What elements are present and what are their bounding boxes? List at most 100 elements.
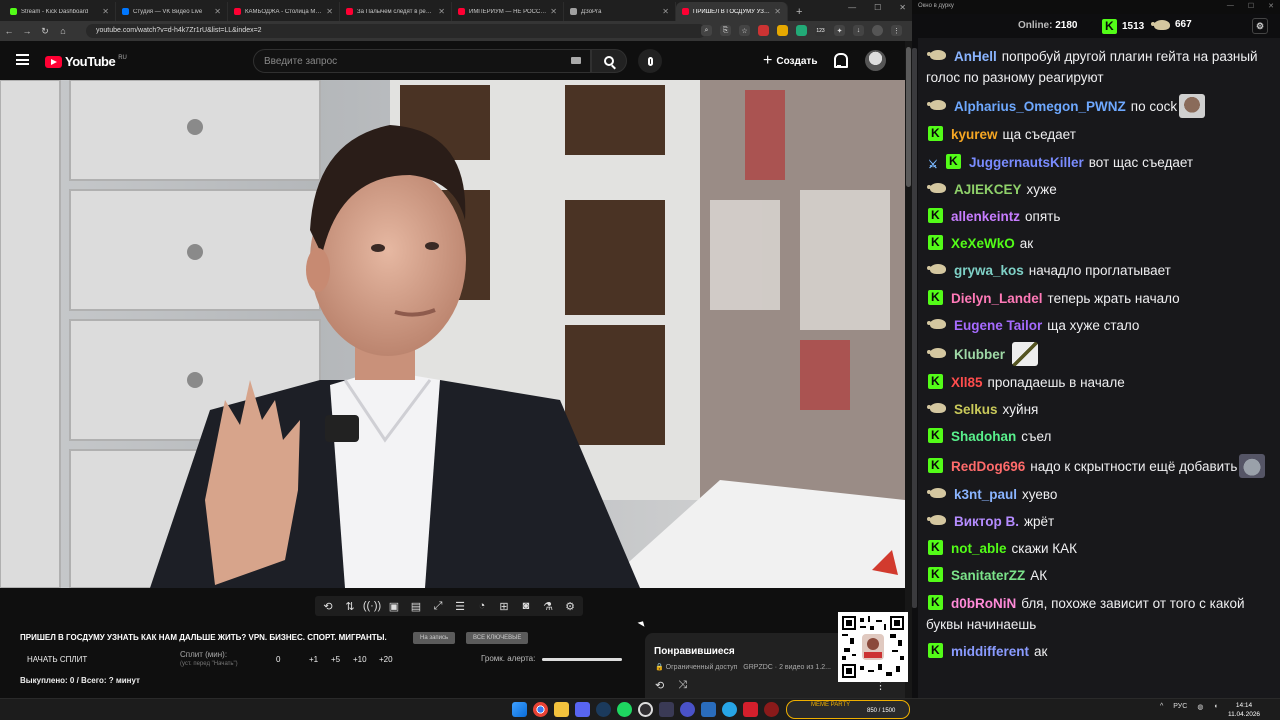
start-split-button[interactable]: НАЧАТЬ СПЛИТ: [27, 655, 87, 664]
all-keys-button[interactable]: ВСЕ КЛЮЧЕВЫЕ: [466, 632, 529, 644]
obs-icon[interactable]: [638, 702, 653, 717]
profile-icon[interactable]: [872, 25, 883, 36]
download-icon[interactable]: ↓: [853, 25, 864, 36]
sort-icon[interactable]: ⇅: [341, 596, 359, 616]
telegram-icon[interactable]: [722, 702, 737, 717]
browser-tab[interactable]: ИМПЕРИУМ — НЕ РОССИЯ... ✕: [452, 2, 564, 21]
language-indicator[interactable]: РУС: [1173, 703, 1187, 711]
chat-username[interactable]: RedDog696: [951, 459, 1025, 474]
speed-icon[interactable]: ◔: [473, 596, 491, 616]
tab-close-icon[interactable]: ✕: [550, 7, 557, 16]
url-field[interactable]: youtube.com/watch?v=d-h4k7Zr1rU&list=LL&…: [86, 24, 706, 38]
tab-close-icon[interactable]: ✕: [214, 7, 221, 16]
loop-icon[interactable]: ⟲: [319, 596, 337, 616]
scrollbar-thumb[interactable]: [906, 47, 911, 187]
chat-scrollbar-thumb[interactable]: [912, 48, 917, 608]
chat-username[interactable]: SanitaterZZ: [951, 568, 1025, 583]
playlist-title[interactable]: Понравившиеся: [654, 646, 735, 657]
camera-icon[interactable]: ◙: [517, 596, 535, 616]
chat-username[interactable]: Alpharius_Omegon_PWNZ: [954, 99, 1126, 114]
browser-tab[interactable]: Stream - Kick Dashboard ✕: [4, 2, 116, 21]
search-button[interactable]: [591, 49, 627, 73]
minimize-icon[interactable]: —: [848, 3, 856, 12]
tab-close-icon[interactable]: ✕: [102, 7, 109, 16]
film-icon[interactable]: ▤: [407, 596, 425, 616]
chat-username[interactable]: JuggernautsKiller: [969, 155, 1084, 170]
broadcast-icon[interactable]: ((·)): [363, 596, 381, 616]
steam-icon[interactable]: [596, 702, 611, 717]
add-box-icon[interactable]: ⊞: [495, 596, 513, 616]
browser-tab[interactable]: ПРИШЕЛ В ГОСДУМУ УЗНАТ...✕: [676, 2, 788, 21]
chat-username[interactable]: grywa_kos: [954, 263, 1024, 278]
create-button[interactable]: + Создать: [757, 50, 823, 72]
maximize-icon[interactable]: ☐: [874, 3, 881, 12]
minimize-icon[interactable]: —: [1227, 2, 1234, 10]
close-icon[interactable]: ✕: [1268, 2, 1274, 10]
chat-username[interactable]: XeXeWkO: [951, 236, 1015, 251]
chat-username[interactable]: Dielyn_Landel: [951, 291, 1043, 306]
add-5-button[interactable]: +5: [331, 655, 340, 664]
chat-username[interactable]: Klubber: [954, 347, 1005, 362]
home-icon[interactable]: ⌂: [54, 26, 72, 36]
menu-icon[interactable]: ⋮: [891, 25, 902, 36]
tab-close-icon[interactable]: ✕: [662, 7, 669, 16]
extension-icon[interactable]: [777, 25, 788, 36]
avatar[interactable]: [865, 50, 886, 71]
back-icon[interactable]: ←: [0, 26, 18, 36]
explorer-icon[interactable]: [554, 702, 569, 717]
chat-settings-icon[interactable]: ⚙: [1252, 18, 1268, 34]
video-player[interactable]: [0, 80, 905, 588]
extension-icon[interactable]: [758, 25, 769, 36]
chat-username[interactable]: Xll85: [951, 375, 983, 390]
meme-party-widget[interactable]: MEME PARTY 850 / 1500: [786, 700, 910, 719]
share-icon[interactable]: ⎘: [720, 25, 731, 36]
zoom-icon[interactable]: ⌕: [701, 25, 712, 36]
alert-volume-slider[interactable]: [542, 658, 622, 661]
browser-tab[interactable]: КАМБОДЖА - Столица Ми... ✕: [228, 2, 340, 21]
extension-icon[interactable]: [796, 25, 807, 36]
flask-icon[interactable]: ⚗: [539, 596, 557, 616]
youtube-logo[interactable]: YouTube RU: [45, 54, 127, 69]
list-icon[interactable]: ☰: [451, 596, 469, 616]
add-1-button[interactable]: +1: [309, 655, 318, 664]
puzzle-icon[interactable]: ✦: [834, 25, 845, 36]
hamburger-menu-icon[interactable]: [16, 54, 29, 65]
close-icon[interactable]: ✕: [899, 3, 906, 12]
browser-tab[interactable]: Студия — VK Видео Live ✕: [116, 2, 228, 21]
tray-overflow-icon[interactable]: ^: [1160, 703, 1163, 711]
extension-badge[interactable]: 123: [815, 25, 826, 36]
add-20-button[interactable]: +20: [379, 655, 393, 664]
maximize-icon[interactable]: ☐: [1248, 2, 1254, 10]
notifications-bell-icon[interactable]: [832, 52, 848, 68]
loop-playlist-icon[interactable]: ⟲: [655, 679, 664, 692]
voice-search-button[interactable]: [638, 49, 662, 73]
chat-username[interactable]: not_able: [951, 541, 1007, 556]
reload-icon[interactable]: ↻: [36, 26, 54, 37]
star-icon[interactable]: ☆: [739, 25, 750, 36]
chat-username[interactable]: d0bRoNiN: [951, 596, 1016, 611]
app-icon[interactable]: [701, 702, 716, 717]
start-icon[interactable]: [512, 702, 527, 717]
keyboard-icon[interactable]: [571, 57, 581, 64]
split-minutes-value[interactable]: 0: [276, 655, 280, 664]
page-scrollbar[interactable]: [905, 41, 912, 698]
app-icon[interactable]: [659, 702, 674, 717]
forward-icon[interactable]: →: [18, 26, 36, 36]
chrome-icon[interactable]: [533, 702, 548, 717]
browser-tab[interactable]: ДЗоРга ✕: [564, 2, 676, 21]
chat-username[interactable]: middifferent: [951, 644, 1029, 659]
chat-scrollbar[interactable]: [912, 38, 918, 698]
preview-icon[interactable]: ▣: [385, 596, 403, 616]
network-icon[interactable]: ◍: [1197, 703, 1203, 711]
chat-username[interactable]: Eugene Tailor: [954, 318, 1042, 333]
tab-close-icon[interactable]: ✕: [774, 7, 781, 16]
search-input[interactable]: Введите запрос: [253, 49, 591, 73]
tab-close-icon[interactable]: ✕: [326, 7, 333, 16]
volume-icon[interactable]: ◖: [1213, 703, 1217, 711]
chat-username[interactable]: Shadohan: [951, 429, 1016, 444]
tab-close-icon[interactable]: ✕: [438, 7, 445, 16]
chat-username[interactable]: AJIEKCEY: [954, 182, 1022, 197]
resize-icon[interactable]: ⤢: [429, 596, 447, 616]
chat-username[interactable]: AnHell: [954, 49, 997, 64]
new-tab-icon[interactable]: +: [788, 2, 810, 21]
